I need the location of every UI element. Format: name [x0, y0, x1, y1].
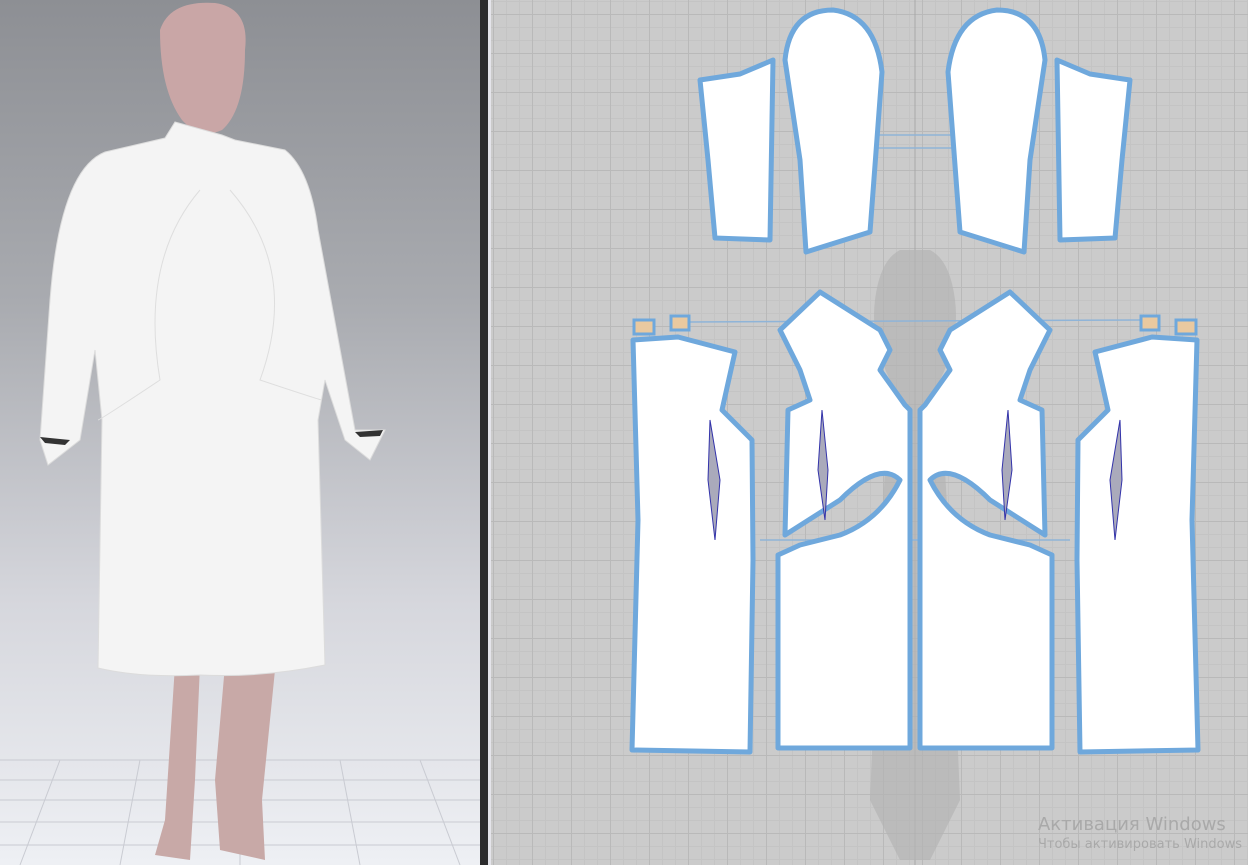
watermark-title: Активация Windows: [1037, 814, 1226, 835]
dress: [39, 121, 386, 677]
avatar-scene: [0, 2, 480, 865]
windows-activation-watermark: Активация Windows Чтобы активировать Win…: [1038, 814, 1242, 852]
2d-pattern-viewport[interactable]: [488, 0, 1248, 865]
watermark-subtitle: Чтобы активировать Windows: [1037, 837, 1242, 852]
3d-viewport[interactable]: [0, 0, 480, 865]
viewport-divider[interactable]: [480, 0, 488, 865]
